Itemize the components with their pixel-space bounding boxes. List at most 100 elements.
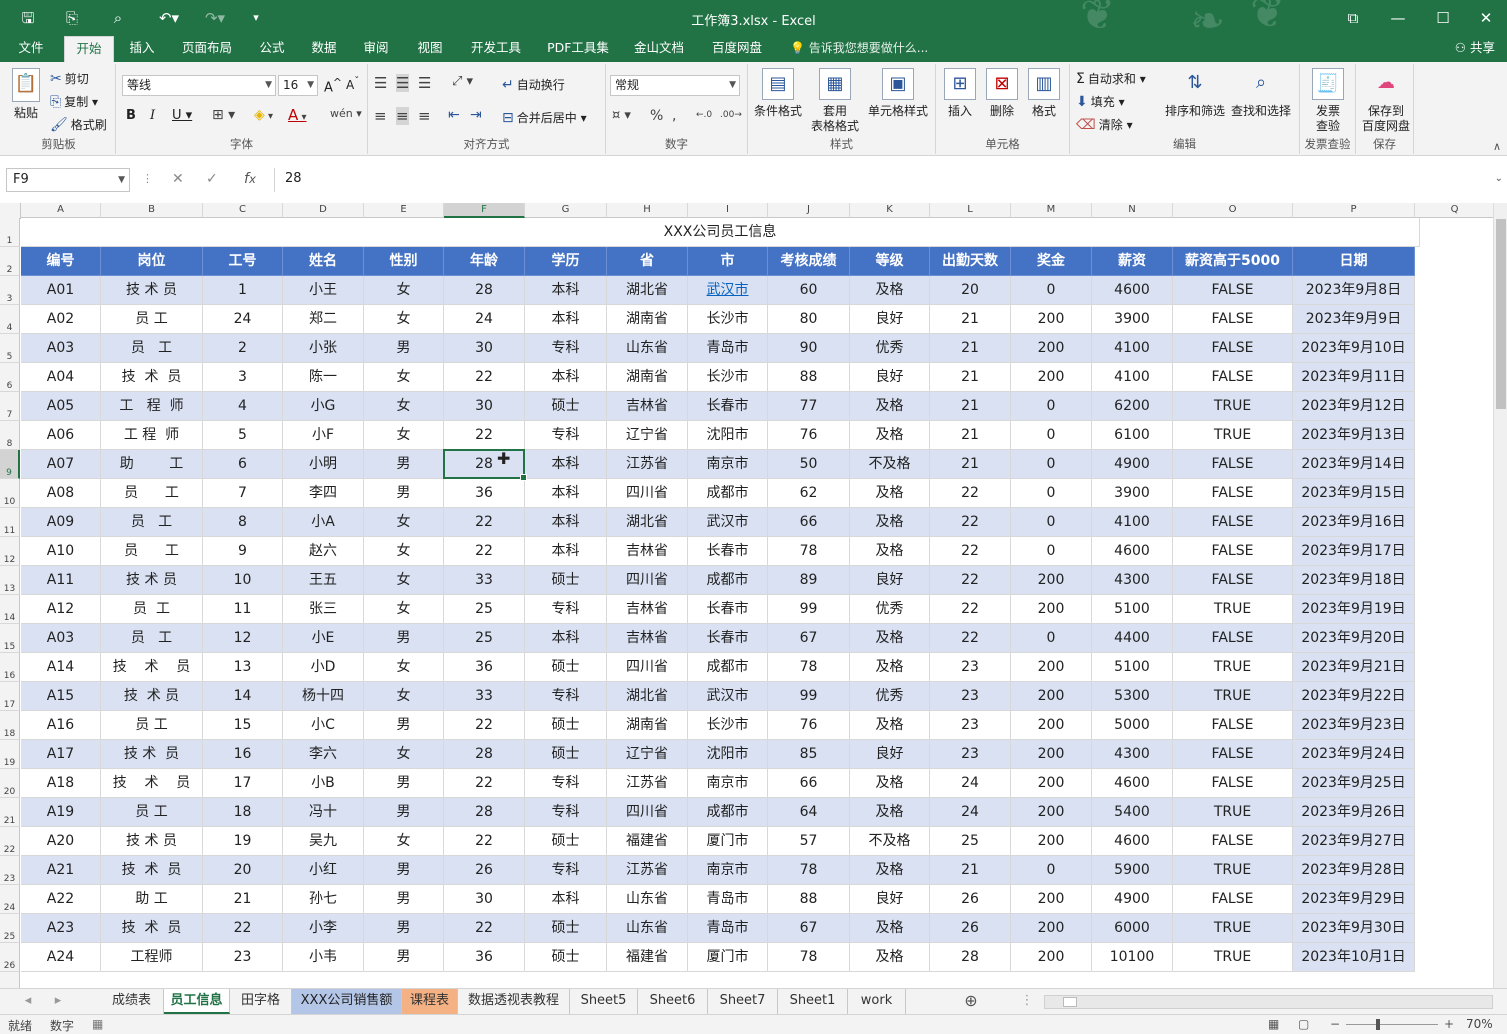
table-cell[interactable]: 技 术 员 xyxy=(101,914,203,943)
table-cell[interactable]: 28 xyxy=(444,740,525,769)
table-cell[interactable]: 15 xyxy=(203,711,283,740)
table-cell[interactable]: 28 xyxy=(930,943,1011,972)
table-cell[interactable]: 22 xyxy=(444,537,525,566)
sheet-tab[interactable]: Sheet7 xyxy=(708,989,778,1014)
sheet-tab[interactable]: 员工信息 xyxy=(164,989,230,1014)
table-cell[interactable]: 4600 xyxy=(1092,276,1173,305)
table-cell[interactable]: 21 xyxy=(930,856,1011,885)
table-cell[interactable]: A21 xyxy=(21,856,101,885)
table-cell[interactable]: 0 xyxy=(1011,392,1092,421)
table-cell[interactable]: 技 术 员 xyxy=(101,682,203,711)
table-cell[interactable]: 陈一 xyxy=(283,363,364,392)
table-cell[interactable]: 李六 xyxy=(283,740,364,769)
table-cell[interactable]: 5300 xyxy=(1092,682,1173,711)
table-cell[interactable]: 26 xyxy=(444,856,525,885)
column-header-m[interactable]: M xyxy=(1011,203,1092,218)
table-cell[interactable]: 2023年9月30日 xyxy=(1293,914,1415,943)
table-cell[interactable]: 男 xyxy=(364,943,444,972)
row-header[interactable]: 27 xyxy=(0,972,20,988)
table-cell[interactable]: 200 xyxy=(1011,827,1092,856)
table-cell[interactable]: 小王 xyxy=(283,276,364,305)
table-cell[interactable]: 技 术 员 xyxy=(101,653,203,682)
maximize-button[interactable]: ☐ xyxy=(1420,0,1466,36)
table-cell[interactable]: 28 xyxy=(444,450,525,479)
table-cell[interactable]: 男 xyxy=(364,914,444,943)
table-cell[interactable]: 本科 xyxy=(525,363,607,392)
table-cell[interactable]: 88 xyxy=(768,363,850,392)
table-cell[interactable]: 76 xyxy=(768,711,850,740)
table-cell[interactable]: 郑二 xyxy=(283,305,364,334)
wrap-text-button[interactable]: ↵ 自动换行 xyxy=(502,76,565,93)
table-cell[interactable]: 60 xyxy=(768,276,850,305)
font-size-select[interactable]: 16 ▼ xyxy=(278,75,318,96)
table-cell[interactable]: 专科 xyxy=(525,798,607,827)
table-cell[interactable]: 山东省 xyxy=(607,914,688,943)
table-cell[interactable]: FALSE xyxy=(1173,334,1293,363)
table-cell[interactable]: 10 xyxy=(203,566,283,595)
table-cell[interactable]: 员 工 xyxy=(101,508,203,537)
tab-developer[interactable]: 开发工具 xyxy=(462,36,530,62)
table-cell[interactable]: 22 xyxy=(444,508,525,537)
table-cell[interactable]: 4100 xyxy=(1092,508,1173,537)
table-cell[interactable]: 专科 xyxy=(525,682,607,711)
row-header[interactable]: 16 xyxy=(0,653,20,682)
table-cell[interactable]: 湖北省 xyxy=(607,682,688,711)
row-header[interactable]: 22 xyxy=(0,827,20,856)
table-cell[interactable]: 江苏省 xyxy=(607,769,688,798)
table-cell[interactable]: 山东省 xyxy=(607,885,688,914)
table-cell[interactable]: 5100 xyxy=(1092,653,1173,682)
table-cell[interactable]: 硕士 xyxy=(525,653,607,682)
table-cell[interactable]: 男 xyxy=(364,769,444,798)
table-cell[interactable]: 22 xyxy=(444,421,525,450)
collapse-ribbon-icon[interactable]: ∧ xyxy=(1493,140,1501,153)
column-header-b[interactable]: B xyxy=(101,203,203,218)
font-name-select[interactable]: 等线 ▼ xyxy=(122,75,276,96)
table-cell[interactable]: A08 xyxy=(21,479,101,508)
table-cell[interactable]: 23 xyxy=(203,943,283,972)
table-cell[interactable]: FALSE xyxy=(1173,450,1293,479)
row-header[interactable]: 1 xyxy=(0,218,20,247)
header-cell[interactable]: 薪资高于5000 xyxy=(1173,247,1293,276)
table-cell[interactable]: TRUE xyxy=(1173,798,1293,827)
merge-center-button[interactable]: ⊟ 合并后居中 ▾ xyxy=(502,109,587,126)
table-cell[interactable]: 及格 xyxy=(850,798,930,827)
paste-button[interactable]: 📋 粘贴 xyxy=(6,68,46,121)
table-cell[interactable]: 2023年9月17日 xyxy=(1293,537,1415,566)
table-cell[interactable]: 赵六 xyxy=(283,537,364,566)
table-cell[interactable]: 湖北省 xyxy=(607,508,688,537)
table-cell[interactable]: 女 xyxy=(364,682,444,711)
table-cell[interactable]: 小G xyxy=(283,392,364,421)
table-cell[interactable]: 36 xyxy=(444,479,525,508)
table-cell[interactable]: 四川省 xyxy=(607,479,688,508)
tab-file[interactable]: 文件 xyxy=(8,36,54,62)
insert-function-icon[interactable]: fx xyxy=(244,168,256,192)
zoom-slider[interactable] xyxy=(1346,1019,1438,1030)
table-cell[interactable]: 21 xyxy=(930,392,1011,421)
table-cell[interactable]: 及格 xyxy=(850,537,930,566)
decrease-indent-icon[interactable]: ⇤ xyxy=(448,107,460,123)
tab-page-layout[interactable]: 页面布局 xyxy=(172,36,242,62)
table-cell[interactable]: 5400 xyxy=(1092,798,1173,827)
table-cell[interactable]: 良好 xyxy=(850,305,930,334)
table-cell[interactable]: 67 xyxy=(768,624,850,653)
table-cell[interactable]: A07 xyxy=(21,450,101,479)
table-cell[interactable]: 22 xyxy=(444,711,525,740)
header-cell[interactable]: 奖金 xyxy=(1011,247,1092,276)
table-cell[interactable]: 南京市 xyxy=(688,769,768,798)
table-cell[interactable]: 2023年9月24日 xyxy=(1293,740,1415,769)
table-cell[interactable]: 女 xyxy=(364,276,444,305)
column-header-k[interactable]: K xyxy=(850,203,930,218)
tab-baidu-netdisk[interactable]: 百度网盘 xyxy=(702,36,772,62)
header-cell[interactable]: 年龄 xyxy=(444,247,525,276)
row-header[interactable]: 23 xyxy=(0,856,20,885)
table-cell[interactable]: 200 xyxy=(1011,363,1092,392)
table-cell[interactable]: 技 术 员 xyxy=(101,566,203,595)
column-header-q[interactable]: Q xyxy=(1415,203,1493,218)
table-cell[interactable]: 5 xyxy=(203,421,283,450)
macro-record-icon[interactable]: ▦ xyxy=(92,1017,103,1031)
fill-color-button[interactable]: ◈ ▾ xyxy=(254,107,273,123)
table-cell[interactable]: 长春市 xyxy=(688,595,768,624)
table-cell[interactable]: 2023年9月13日 xyxy=(1293,421,1415,450)
table-cell[interactable]: 2023年9月18日 xyxy=(1293,566,1415,595)
italic-button[interactable]: I xyxy=(150,108,155,123)
